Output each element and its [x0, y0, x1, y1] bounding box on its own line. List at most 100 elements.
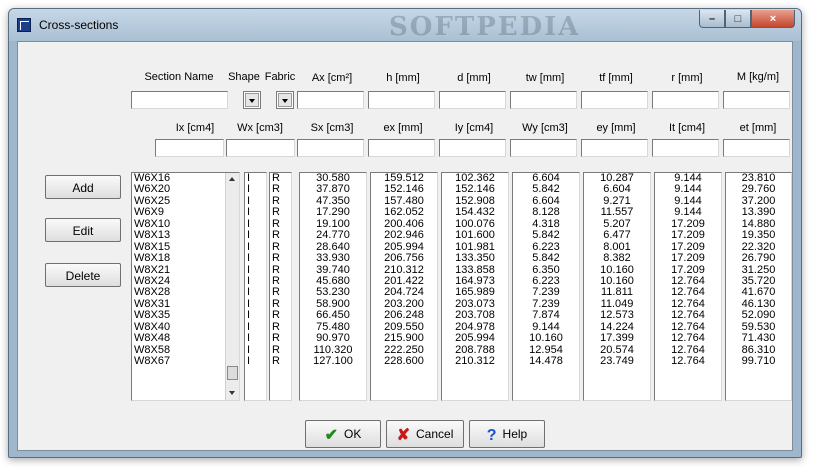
table-row[interactable]: 90.970 — [300, 332, 366, 344]
section-name-filter-field[interactable] — [131, 91, 228, 109]
sx-filter-input[interactable] — [298, 140, 363, 156]
tw-filter-input[interactable] — [511, 92, 576, 108]
table-row[interactable]: 205.994 — [442, 332, 508, 344]
table-row[interactable]: I — [245, 252, 266, 264]
table-row[interactable]: 33.930 — [300, 252, 366, 264]
table-row[interactable]: 127.100 — [300, 355, 366, 367]
ix-filter-field[interactable] — [155, 139, 224, 157]
fabric-filter-combo[interactable] — [276, 91, 294, 109]
table-row[interactable]: 14.478 — [513, 355, 579, 367]
minimize-button[interactable]: – — [699, 10, 725, 28]
d-filter-input[interactable] — [440, 92, 505, 108]
table-row[interactable]: 12.764 — [655, 355, 721, 367]
et-filter-field[interactable] — [723, 139, 790, 157]
table-row[interactable]: W8X67 — [132, 355, 239, 367]
table-row[interactable]: 66.450 — [300, 309, 366, 321]
sx-filter-field[interactable] — [297, 139, 364, 157]
scroll-down-icon[interactable] — [226, 387, 239, 400]
r-filter-field[interactable] — [652, 91, 719, 109]
table-row[interactable]: 17.209 — [655, 252, 721, 264]
table-row[interactable]: 17.209 — [655, 229, 721, 241]
r-column[interactable]: 9.144 9.144 9.144 9.144 17.209 17.209 17.209 17… — [654, 172, 722, 401]
m-column[interactable]: 23.810 29.760 37.200 13.390 14.880 19.350 22.3… — [725, 172, 792, 401]
table-row[interactable]: 202.946 — [371, 229, 437, 241]
tf-filter-field[interactable] — [581, 91, 648, 109]
fabric-list[interactable]: RRRRRRRRRRRRRRRRR — [269, 172, 292, 401]
table-row[interactable]: R — [270, 309, 291, 321]
maximize-button[interactable]: □ — [725, 10, 751, 28]
table-row[interactable]: 6.477 — [584, 229, 650, 241]
scroll-thumb[interactable] — [227, 366, 238, 380]
tw-column[interactable]: 6.604 5.842 6.604 8.128 4.318 5.842 6.223 5.842… — [512, 172, 580, 401]
table-row[interactable]: 206.248 — [371, 309, 437, 321]
table-row[interactable]: 5.842 — [513, 229, 579, 241]
table-row[interactable]: I — [245, 229, 266, 241]
ey-filter-input[interactable] — [582, 140, 647, 156]
chevron-down-icon[interactable] — [278, 93, 292, 107]
section-name-list[interactable]: W6X16 W6X20 W6X25 W6X9 W8X10 W8X13 W8X15 W8X18 W… — [131, 172, 240, 401]
section-name-filter-input[interactable] — [132, 92, 227, 108]
table-row[interactable]: 12.573 — [584, 309, 650, 321]
add-button[interactable]: Add — [45, 175, 121, 199]
ey-filter-field[interactable] — [581, 139, 648, 157]
table-row[interactable]: 23.749 — [584, 355, 650, 367]
ex-filter-input[interactable] — [369, 140, 434, 156]
table-row[interactable]: I — [245, 355, 266, 367]
ax-filter-field[interactable] — [297, 91, 364, 109]
table-row[interactable]: 26.790 — [726, 252, 791, 264]
list-scrollbar[interactable] — [225, 173, 239, 400]
table-row[interactable]: W8X48 — [132, 332, 239, 344]
table-row[interactable]: 12.764 — [655, 332, 721, 344]
wx-filter-input[interactable] — [227, 140, 294, 156]
table-row[interactable]: R — [270, 355, 291, 367]
table-row[interactable]: 71.430 — [726, 332, 791, 344]
wy-filter-field[interactable] — [510, 139, 577, 157]
chevron-down-icon[interactable] — [245, 93, 259, 107]
it-filter-input[interactable] — [653, 140, 718, 156]
table-row[interactable]: 133.350 — [442, 252, 508, 264]
wx-filter-field[interactable] — [226, 139, 295, 157]
table-row[interactable]: 228.600 — [371, 355, 437, 367]
table-row[interactable]: W8X18 — [132, 252, 239, 264]
table-row[interactable]: 7.874 — [513, 309, 579, 321]
table-row[interactable]: R — [270, 229, 291, 241]
ex-filter-field[interactable] — [368, 139, 435, 157]
ok-button[interactable]: ✔ OK — [305, 420, 381, 448]
close-button[interactable]: × — [751, 10, 795, 28]
table-row[interactable]: 19.350 — [726, 229, 791, 241]
table-row[interactable]: 101.600 — [442, 229, 508, 241]
et-filter-input[interactable] — [724, 140, 789, 156]
wy-filter-input[interactable] — [511, 140, 576, 156]
ix-filter-input[interactable] — [156, 140, 223, 156]
tf-column[interactable]: 10.287 6.604 9.271 11.557 5.207 6.477 8.001 8.3… — [583, 172, 651, 401]
table-row[interactable]: 215.900 — [371, 332, 437, 344]
table-row[interactable]: R — [270, 252, 291, 264]
table-row[interactable]: 24.770 — [300, 229, 366, 241]
edit-button[interactable]: Edit — [45, 218, 121, 242]
h-filter-field[interactable] — [368, 91, 435, 109]
table-row[interactable]: R — [270, 332, 291, 344]
tf-filter-input[interactable] — [582, 92, 647, 108]
d-filter-field[interactable] — [439, 91, 506, 109]
h-filter-input[interactable] — [369, 92, 434, 108]
ax-column[interactable]: 30.580 37.870 47.350 17.290 19.100 24.770 28.6… — [299, 172, 367, 401]
iy-filter-field[interactable] — [439, 139, 506, 157]
table-row[interactable]: 8.382 — [584, 252, 650, 264]
table-row[interactable]: 99.710 — [726, 355, 791, 367]
help-button[interactable]: ? Help — [469, 420, 545, 448]
cancel-button[interactable]: ✘ Cancel — [386, 420, 464, 448]
table-row[interactable]: 12.764 — [655, 309, 721, 321]
tw-filter-field[interactable] — [510, 91, 577, 109]
r-filter-input[interactable] — [653, 92, 718, 108]
ax-filter-input[interactable] — [298, 92, 363, 108]
table-row[interactable]: W8X35 — [132, 309, 239, 321]
it-filter-field[interactable] — [652, 139, 719, 157]
m-filter-input[interactable] — [724, 92, 789, 108]
scroll-up-icon[interactable] — [226, 173, 239, 186]
table-row[interactable]: 203.708 — [442, 309, 508, 321]
h-column[interactable]: 159.512 152.146 157.480 162.052 200.406 202.9… — [370, 172, 438, 401]
table-row[interactable]: I — [245, 332, 266, 344]
shape-list[interactable]: IIIIIIIIIIIIIIIII — [244, 172, 267, 401]
d-column[interactable]: 102.362 152.146 152.908 154.432 100.076 101.6… — [441, 172, 509, 401]
table-row[interactable]: 210.312 — [442, 355, 508, 367]
